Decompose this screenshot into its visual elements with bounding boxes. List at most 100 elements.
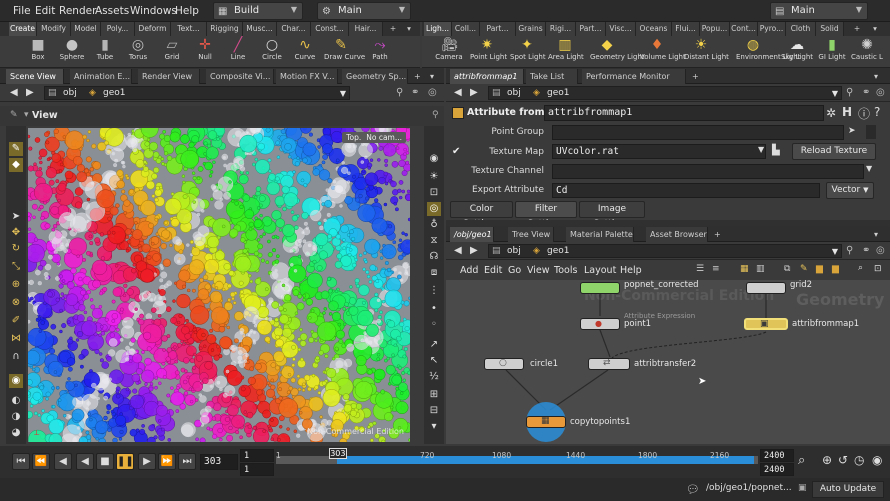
net-menu-go[interactable]: Go <box>508 265 521 276</box>
uv-icon[interactable]: ⊟ <box>427 404 441 418</box>
forward-icon[interactable]: ▶ <box>470 245 478 256</box>
snap-icon[interactable]: ⋈ <box>9 332 23 346</box>
tab-render-view[interactable]: Render View <box>138 69 200 84</box>
visibility-icon[interactable]: ◐ <box>9 394 23 408</box>
range-start2-field[interactable]: 1 <box>240 463 274 476</box>
shelf-tab-modify[interactable]: Modify <box>37 22 71 36</box>
list-view-icon[interactable]: ☰ <box>696 264 704 274</box>
point-group-field[interactable] <box>552 125 844 140</box>
tool-path[interactable]: ⤳ Path <box>363 37 397 67</box>
menu-help[interactable]: Help <box>175 5 199 17</box>
tool-tube[interactable]: ▮ Tube <box>88 37 122 67</box>
menu-icon[interactable]: ✎ <box>10 110 18 120</box>
menu-assets[interactable]: Assets <box>95 5 129 17</box>
columns-icon[interactable]: ▥ <box>756 264 765 274</box>
tool-distant-light[interactable]: ☀ Distant Light <box>684 37 729 67</box>
tool-line[interactable]: ╱ Line <box>221 37 255 67</box>
current-frame-field[interactable]: 303 <box>200 454 238 470</box>
tab-image-settings[interactable]: Image Settings <box>579 201 645 229</box>
speech-icon[interactable]: 💬︎ <box>686 483 700 496</box>
shelf-tab-coll[interactable]: Coll... <box>452 22 480 36</box>
select-tool-icon[interactable]: ✎ <box>9 142 23 156</box>
search-icon[interactable]: ⌕ <box>858 263 863 273</box>
lock-icon[interactable]: ⊡ <box>427 186 441 200</box>
normals-icon[interactable]: ↖ <box>427 354 441 368</box>
shelf-tab-lights[interactable]: Ligh... <box>424 22 452 36</box>
shelf-tab-deform[interactable]: Deform <box>135 22 171 36</box>
context-selector[interactable]: ⚙ Main ▼ <box>317 2 411 20</box>
add-shelf-icon[interactable]: + <box>386 22 400 36</box>
step-back-button[interactable]: ◀ <box>54 453 72 470</box>
move-icon[interactable]: ✥ <box>9 226 23 240</box>
tool-draw-curve[interactable]: ✎ Draw Curve <box>324 37 365 67</box>
arrow-select-icon[interactable]: ➤ <box>9 210 23 224</box>
shelf-tab-const[interactable]: Const... <box>311 22 349 36</box>
stop-button[interactable]: ■ <box>96 453 114 470</box>
tab-parameters[interactable]: attribfrommap1 <box>450 69 524 84</box>
step-forward-button[interactable]: ▶ <box>138 453 156 470</box>
color-icon[interactable]: ▆ <box>832 264 839 274</box>
node-attribtransfer2[interactable]: ⇄ <box>588 358 630 370</box>
tab-composite-view[interactable]: Composite Vi... <box>206 69 274 84</box>
camera-icon[interactable]: ◎ <box>427 202 441 216</box>
align-icon[interactable]: ≡ <box>712 264 720 274</box>
desktop-selector[interactable]: ▦ Build ▼ <box>213 2 303 20</box>
tool-caustic-light[interactable]: ✺ Caustic L <box>850 37 884 67</box>
gear-icon[interactable]: ✲ <box>826 106 836 120</box>
render-region-icon[interactable]: ◉ <box>9 374 23 388</box>
add-tab-icon[interactable]: + <box>410 69 424 84</box>
net-menu-add[interactable]: Add <box>460 265 478 276</box>
timeline-cursor[interactable]: 303 <box>328 448 347 459</box>
path-geo1[interactable]: geo1 <box>547 245 569 258</box>
grid-view-icon[interactable]: ▦ <box>740 264 749 274</box>
network-path-input[interactable]: ▤ obj ◈ geo1 ▼ <box>488 244 842 258</box>
rotate-icon[interactable]: ↻ <box>9 242 23 256</box>
pane-menu-icon[interactable]: ▾ <box>870 69 884 84</box>
tool-point-light[interactable]: ✷ Point Light <box>470 37 507 67</box>
net-menu-layout[interactable]: Layout <box>584 265 616 276</box>
brush-icon[interactable]: ✐ <box>9 314 23 328</box>
arrow-select-icon[interactable]: ➤ <box>848 126 856 136</box>
shelf-tab-grains[interactable]: Grains <box>516 22 546 36</box>
scale-icon[interactable]: ⤡ <box>9 260 23 274</box>
tab-material-palette[interactable]: Material Palette <box>566 227 634 242</box>
magnet-icon[interactable]: ∩ <box>9 350 23 364</box>
tab-geometry-spreadsheet[interactable]: Geometry Sp... <box>342 69 408 84</box>
node-point1[interactable]: ● <box>580 318 620 330</box>
right-context-selector[interactable]: ▤ Main ▼ <box>770 2 868 20</box>
range-start-field[interactable]: 1 <box>240 449 274 462</box>
pane-menu-icon[interactable]: ▾ <box>426 69 440 84</box>
shelf-tab-visc[interactable]: Visc... <box>606 22 636 36</box>
tab-network[interactable]: /obj/geo1 <box>450 227 494 242</box>
realtime-icon[interactable]: ◷ <box>854 453 864 467</box>
vector-icon[interactable]: ⊞ <box>427 388 441 402</box>
path-geo1[interactable]: geo1 <box>547 87 569 100</box>
path-geo1[interactable]: geo1 <box>103 87 125 100</box>
menu-edit[interactable]: Edit <box>35 5 55 17</box>
loop-icon[interactable]: ↺ <box>838 453 848 467</box>
file-browse-icon[interactable]: ▙ <box>772 145 780 156</box>
settings-icon[interactable]: ⊡ <box>874 264 882 274</box>
tab-filter-settings[interactable]: Filter Settings <box>515 201 577 229</box>
texture-channel-field[interactable] <box>552 164 864 179</box>
node-name-field[interactable]: attribfrommap1 <box>544 105 824 121</box>
shelf-tab-hair[interactable]: Hair... <box>349 22 383 36</box>
camera-settings-icon[interactable]: ◕ <box>9 426 23 440</box>
light-bulb-icon[interactable]: ♁ <box>427 218 441 232</box>
camera-menu[interactable]: No cam... <box>362 132 406 143</box>
shelf-tab-poly[interactable]: Poly... <box>101 22 135 36</box>
net-menu-tools[interactable]: Tools <box>554 265 577 276</box>
node-attribfrommap1[interactable]: ▣ <box>744 318 788 330</box>
timeline-track[interactable] <box>276 456 758 464</box>
numbers-icon[interactable]: ½ <box>427 370 441 384</box>
info-icon[interactable]: ⓘ <box>858 105 870 122</box>
step-forward-key-button[interactable]: ⏩ <box>158 453 176 470</box>
node-grid2[interactable] <box>746 282 786 294</box>
net-menu-help[interactable]: Help <box>620 265 642 276</box>
tool-curve[interactable]: ∿ Curve <box>288 37 322 67</box>
edges-icon[interactable]: ◦ <box>427 318 441 332</box>
scene-path-input[interactable]: ▤ obj ◈ geo1 ▼ <box>44 86 350 100</box>
network-icon[interactable]: ⧉ <box>784 264 790 274</box>
shelf-tab-musc[interactable]: Musc... <box>243 22 277 36</box>
shelf-tab-pyro[interactable]: Pyro... <box>758 22 786 36</box>
